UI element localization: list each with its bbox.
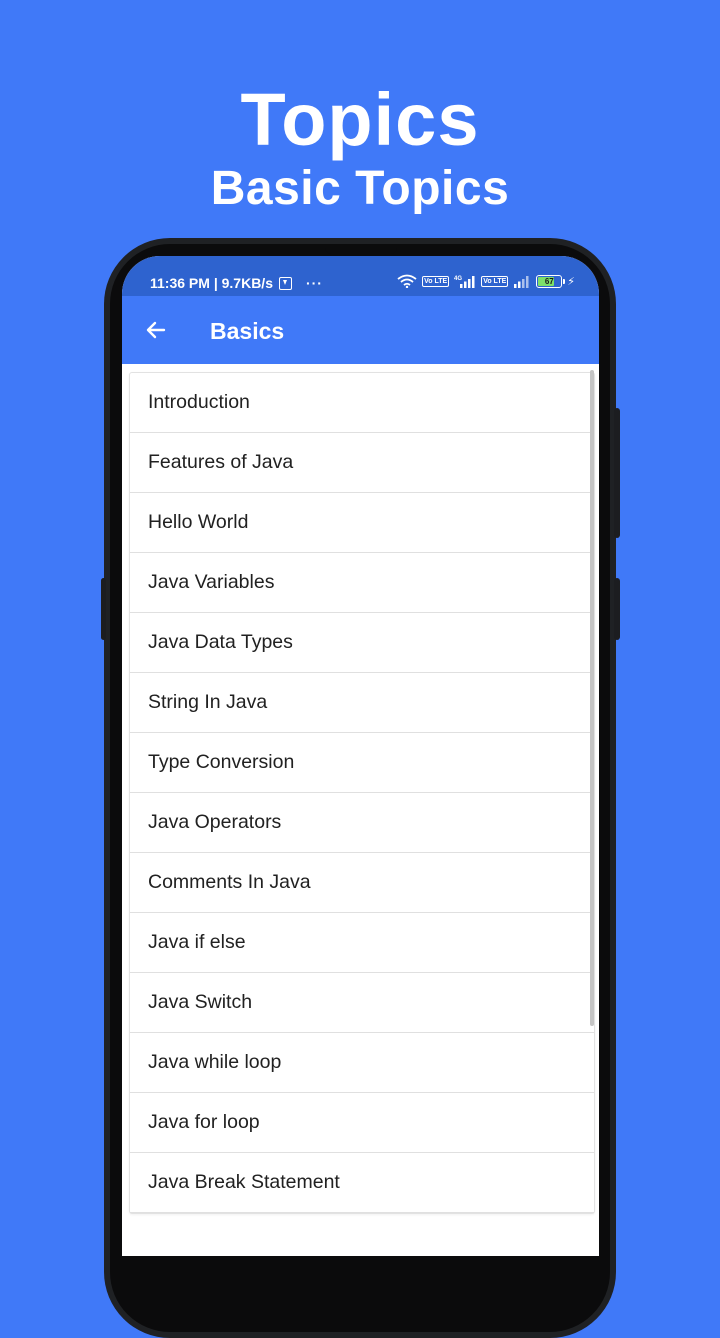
app-bar-title: Basics: [210, 318, 285, 344]
list-item[interactable]: Java if else: [130, 913, 594, 973]
phone-side-button-right: [614, 408, 620, 538]
download-icon: [278, 276, 292, 290]
phone-screen: 11:36 PM | 9.7KB/s ··· Vo LTE 4G Vo LTE …: [122, 256, 599, 1256]
list-item[interactable]: Comments In Java: [130, 853, 594, 913]
back-arrow-icon[interactable]: [144, 318, 168, 342]
list-item[interactable]: Java while loop: [130, 1033, 594, 1093]
phone-side-button-left: [101, 578, 106, 640]
phone-speaker-notch: [325, 246, 397, 254]
hero-title: Topics: [240, 78, 480, 161]
hero-subtitle: Basic Topics: [210, 162, 510, 215]
app-bar: Basics: [122, 296, 599, 364]
list-item[interactable]: Introduction: [130, 373, 594, 433]
wifi-icon: [397, 274, 417, 288]
svg-text:4G: 4G: [454, 276, 462, 282]
signal-icon: 4G: [454, 274, 476, 288]
list-item[interactable]: Java Variables: [130, 553, 594, 613]
battery-icon: 67: [536, 274, 566, 288]
list-item[interactable]: Type Conversion: [130, 733, 594, 793]
status-time-speed: 11:36 PM | 9.7KB/s: [150, 275, 273, 291]
volte-badge-2: Vo LTE: [481, 275, 509, 287]
signal-icon-2: [513, 274, 531, 288]
battery-level: 67: [544, 276, 554, 286]
list-item[interactable]: Features of Java: [130, 433, 594, 493]
list-item[interactable]: Java Data Types: [130, 613, 594, 673]
status-more-dots: ···: [305, 275, 323, 291]
volte-badge: Vo LTE: [422, 275, 450, 287]
status-right: Vo LTE 4G Vo LTE 67 ⚡: [397, 274, 575, 288]
list-item[interactable]: Java for loop: [130, 1093, 594, 1153]
status-bar: 11:36 PM | 9.7KB/s ··· Vo LTE 4G Vo LTE …: [122, 256, 599, 296]
topic-list: Introduction Features of Java Hello Worl…: [129, 372, 595, 1214]
list-item[interactable]: Hello World: [130, 493, 594, 553]
list-item[interactable]: Java Switch: [130, 973, 594, 1033]
phone-side-button-right-lower: [614, 578, 620, 640]
scrollbar[interactable]: [590, 370, 594, 1026]
list-item[interactable]: String In Java: [130, 673, 594, 733]
list-item[interactable]: Java Break Statement: [130, 1153, 594, 1213]
status-left: 11:36 PM | 9.7KB/s ···: [150, 275, 323, 291]
list-item[interactable]: Java Operators: [130, 793, 594, 853]
charging-bolt-icon: ⚡: [567, 275, 575, 288]
